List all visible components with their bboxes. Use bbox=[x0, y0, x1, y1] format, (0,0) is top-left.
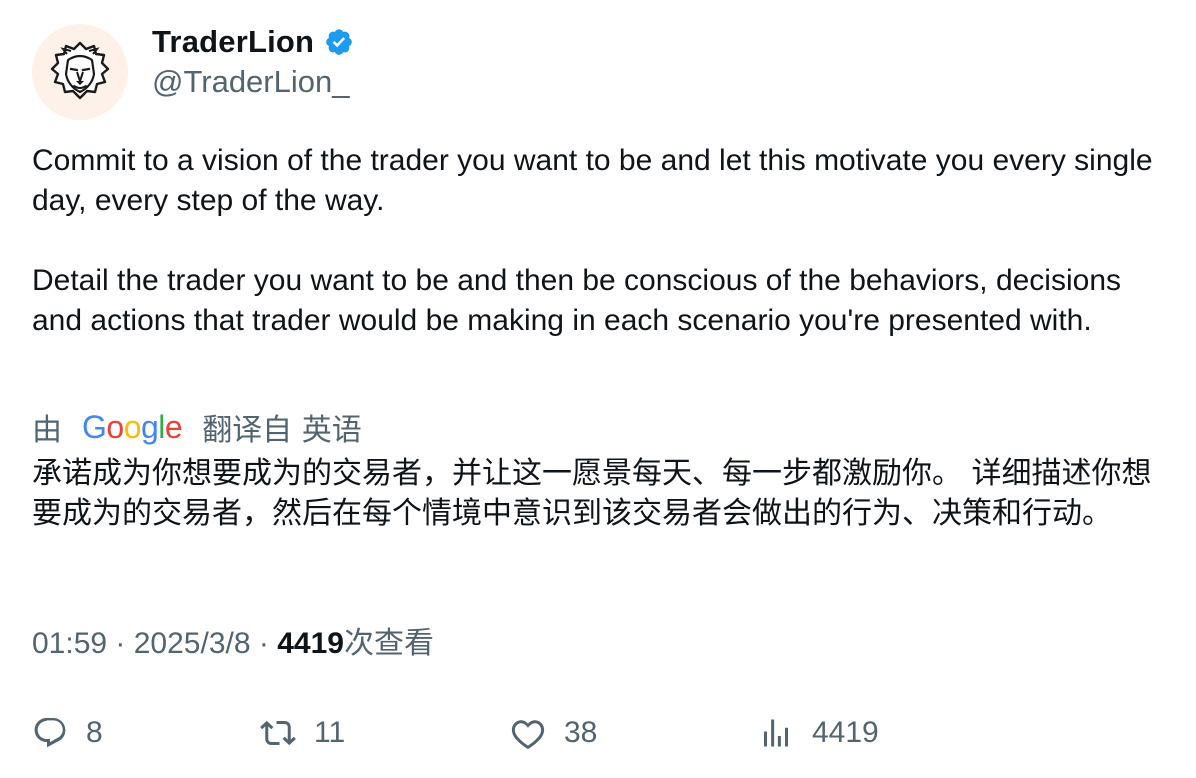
views-button[interactable]: 4419 bbox=[758, 712, 879, 754]
tweet-card: TraderLion @TraderLion_ Commit to a visi… bbox=[0, 0, 1196, 778]
meta-separator: · bbox=[107, 627, 134, 660]
retweet-button[interactable]: 11 bbox=[260, 712, 345, 754]
translated-text: 承诺成为你想要成为的交易者，并让这一愿景每天、每一步都激励你。 详细描述你想要成… bbox=[32, 456, 1152, 531]
tweet-meta: 01:59 · 2025/3/8 · 4419次查看 bbox=[32, 624, 434, 664]
translation-prefix: 由 bbox=[32, 413, 62, 448]
views-label: 次查看 bbox=[343, 626, 434, 661]
meta-separator: · bbox=[250, 627, 278, 660]
reply-count: 8 bbox=[86, 716, 103, 749]
reply-button[interactable]: 8 bbox=[32, 712, 103, 754]
views-action-count: 4419 bbox=[812, 716, 879, 749]
translation-source-label: 翻译自 英语 bbox=[202, 413, 362, 448]
retweet-count: 11 bbox=[314, 716, 346, 749]
translation-attribution: 由 Google 翻译自 英语 bbox=[32, 406, 362, 449]
author-handle[interactable]: @TraderLion_ bbox=[152, 62, 349, 102]
heart-icon bbox=[511, 720, 545, 750]
like-button[interactable]: 38 bbox=[510, 712, 597, 754]
verified-badge-icon bbox=[326, 29, 353, 55]
author-name-row[interactable]: TraderLion bbox=[152, 22, 354, 62]
views-count: 4419 bbox=[277, 627, 344, 660]
lion-head-icon bbox=[50, 41, 110, 100]
google-logo: Google bbox=[82, 408, 183, 445]
action-bar: 8 11 38 4419 bbox=[0, 712, 1196, 754]
reply-icon bbox=[34, 718, 66, 748]
avatar[interactable] bbox=[32, 24, 128, 120]
tweet-paragraph: Commit to a vision of the trader you wan… bbox=[32, 144, 1153, 217]
tweet-paragraph: Detail the trader you want to be and the… bbox=[32, 264, 1122, 337]
analytics-icon bbox=[764, 719, 788, 747]
tweet-time[interactable]: 01:59 bbox=[32, 627, 107, 660]
like-count: 38 bbox=[564, 716, 598, 749]
tweet-text: Commit to a vision of the trader you wan… bbox=[32, 141, 1167, 341]
tweet-date[interactable]: 2025/3/8 bbox=[134, 627, 251, 660]
retweet-icon bbox=[260, 720, 296, 746]
author-display-name[interactable]: TraderLion bbox=[152, 24, 314, 60]
